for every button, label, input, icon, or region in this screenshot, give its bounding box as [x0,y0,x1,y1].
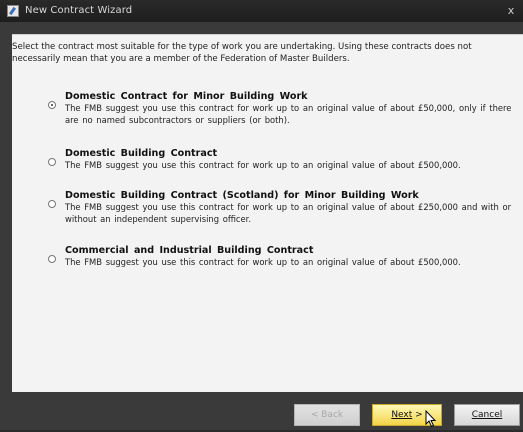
next-label: Next [391,410,413,420]
intro-text: Select the contract most suitable for th… [12,42,472,64]
option-description: The FMB suggest you use this contract fo… [65,160,461,170]
new-contract-wizard-window: New Contract Wizard x Select the contrac… [0,0,523,430]
option-description: The FMB suggest you use this contract fo… [65,257,461,267]
option-description: The FMB suggest you use this contract fo… [65,202,512,224]
option-description: The FMB suggest you use this contract fo… [65,103,512,125]
close-button[interactable]: x [505,0,517,22]
next-arrow: > [412,410,423,420]
cancel-button[interactable]: Cancel [454,404,520,426]
cancel-label: Cancel [471,410,503,420]
radio-domestic-minor[interactable] [48,101,56,109]
window-title: New Contract Wizard [25,5,133,16]
wizard-app-icon [7,5,19,17]
wizard-content-panel: Select the contract most suitable for th… [12,34,523,392]
option-title: Domestic Contract for Minor Building Wor… [65,91,308,102]
button-bar [0,392,523,430]
radio-domestic-building[interactable] [48,158,56,166]
option-title: Domestic Building Contract (Scotland) fo… [65,190,419,201]
radio-commercial-industrial[interactable] [48,255,56,263]
option-title: Domestic Building Contract [65,148,218,159]
back-button[interactable]: < Back [294,404,360,426]
radio-scotland-minor[interactable] [48,200,56,208]
title-bar: New Contract Wizard x [0,0,523,22]
option-title: Commercial and Industrial Building Contr… [65,245,314,256]
